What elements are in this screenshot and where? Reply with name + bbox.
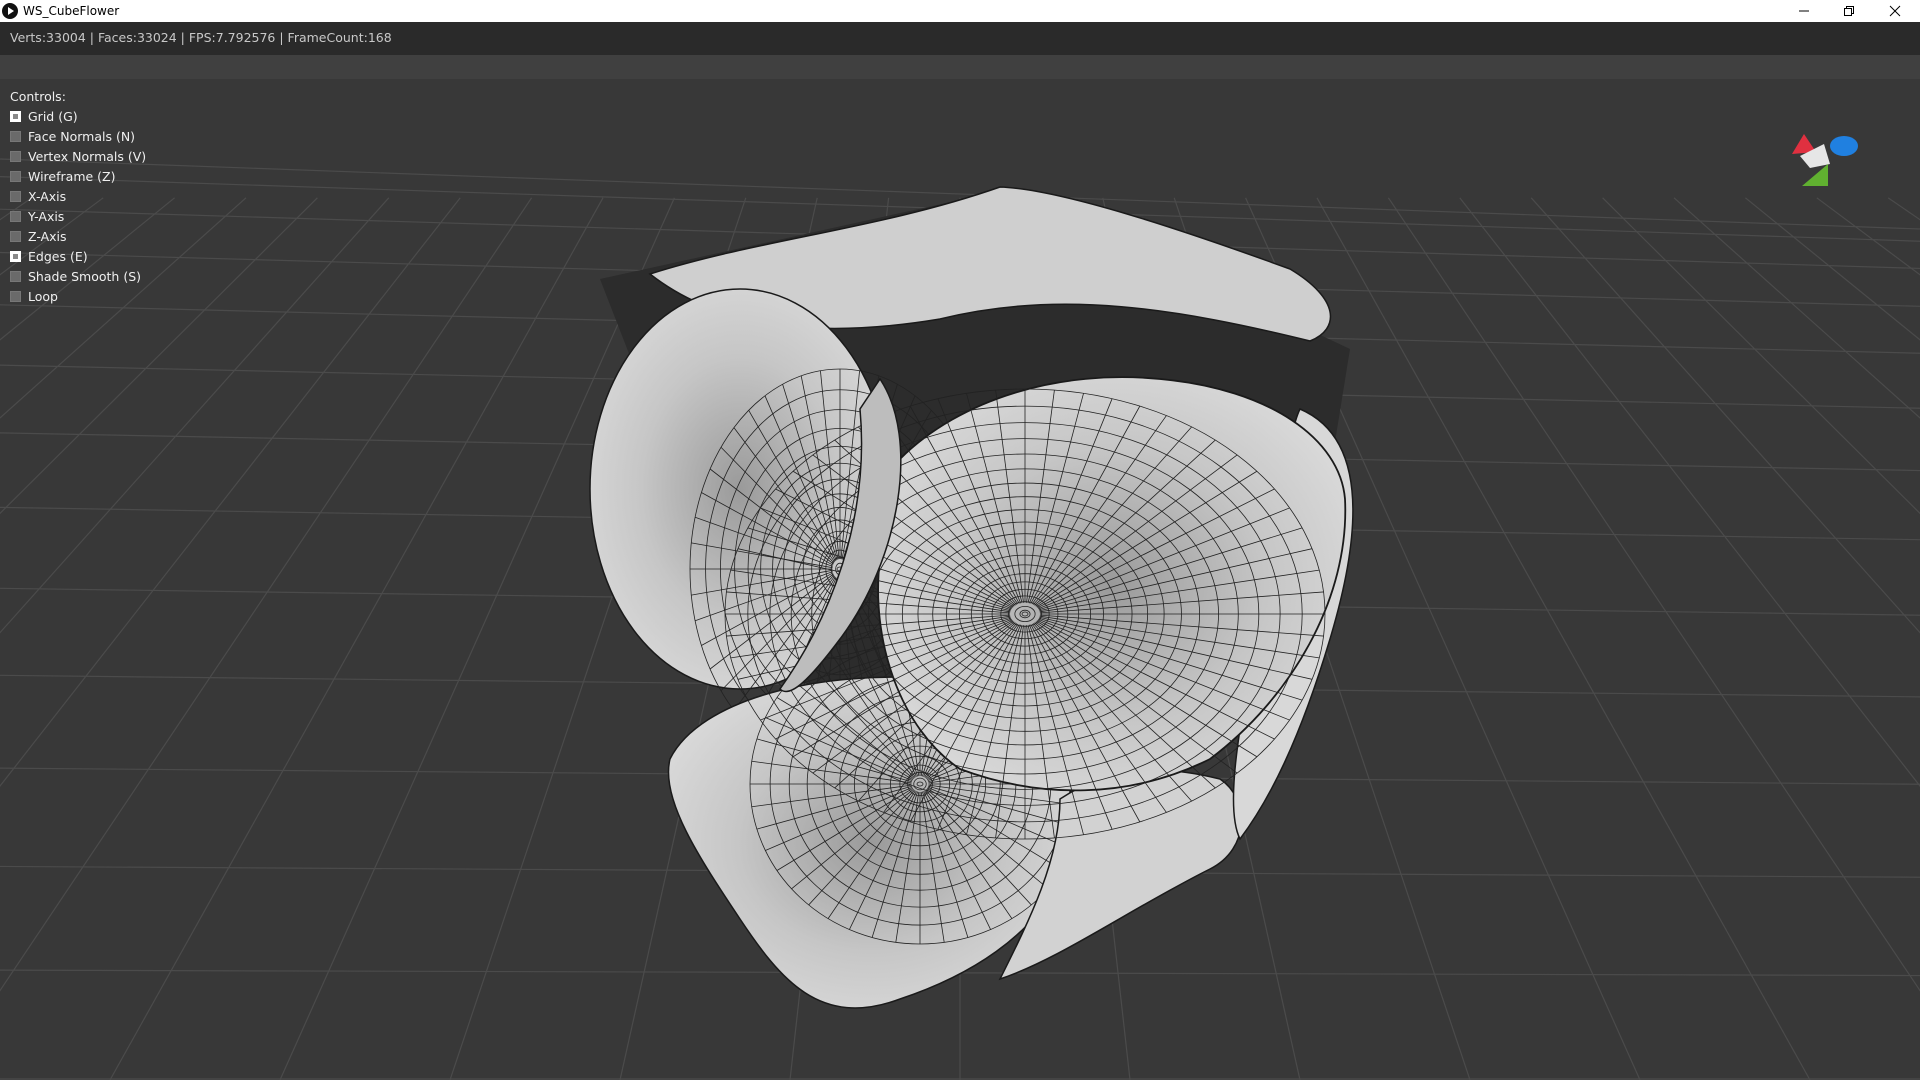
- control-label: Shade Smooth (S): [28, 269, 142, 284]
- control-label: Vertex Normals (V): [28, 149, 147, 164]
- face-normals-checkbox[interactable]: [10, 131, 21, 142]
- window-title: WS_CubeFlower: [23, 4, 120, 18]
- toolbar-strip: [0, 55, 1920, 79]
- controls-title: Controls:: [10, 89, 66, 104]
- orientation-gizmo-icon[interactable]: [1790, 128, 1870, 192]
- control-label: Grid (G): [28, 109, 78, 124]
- control-label: X-Axis: [28, 189, 67, 204]
- viewport-3d[interactable]: [0, 79, 1920, 1080]
- restore-button[interactable]: [1826, 0, 1872, 22]
- control-label: Y-Axis: [28, 209, 65, 224]
- control-face-normals[interactable]: Face Normals (N): [10, 127, 146, 147]
- control-label: Loop: [28, 289, 58, 304]
- control-shade-smooth[interactable]: Shade Smooth (S): [10, 267, 146, 287]
- gizmo-z-axis: [1830, 136, 1858, 156]
- cube-flower-mesh[interactable]: [589, 186, 1354, 1009]
- vertex-normals-checkbox[interactable]: [10, 151, 21, 162]
- control-x-axis[interactable]: X-Axis: [10, 187, 146, 207]
- control-y-axis[interactable]: Y-Axis: [10, 207, 146, 227]
- wireframe-checkbox[interactable]: [10, 171, 21, 182]
- grid-checkbox[interactable]: [10, 111, 21, 122]
- control-label: Z-Axis: [28, 229, 67, 244]
- close-button[interactable]: [1872, 0, 1918, 22]
- minimize-button[interactable]: [1781, 0, 1827, 22]
- control-wireframe[interactable]: Wireframe (Z): [10, 167, 146, 187]
- y-axis-checkbox[interactable]: [10, 211, 21, 222]
- z-axis-checkbox[interactable]: [10, 231, 21, 242]
- control-z-axis[interactable]: Z-Axis: [10, 227, 146, 247]
- close-icon: [1889, 5, 1901, 17]
- controls-panel: Controls: Grid (G) Face Normals (N) Vert…: [10, 87, 146, 307]
- control-label: Wireframe (Z): [28, 169, 116, 184]
- control-edges[interactable]: Edges (E): [10, 247, 146, 267]
- control-label: Edges (E): [28, 249, 88, 264]
- gizmo-y-axis: [1802, 164, 1828, 186]
- app-icon: [2, 3, 18, 19]
- minimize-icon: [1799, 10, 1809, 12]
- stats-bar: Verts:33004 | Faces:33024 | FPS:7.792576…: [0, 22, 1920, 55]
- control-label: Face Normals (N): [28, 129, 136, 144]
- edges-checkbox[interactable]: [10, 251, 21, 262]
- stats-text: Verts:33004 | Faces:33024 | FPS:7.792576…: [10, 30, 392, 45]
- control-vertex-normals[interactable]: Vertex Normals (V): [10, 147, 146, 167]
- loop-checkbox[interactable]: [10, 291, 21, 302]
- x-axis-checkbox[interactable]: [10, 191, 21, 202]
- shade-smooth-checkbox[interactable]: [10, 271, 21, 282]
- control-loop[interactable]: Loop: [10, 287, 146, 307]
- restore-icon: [1844, 6, 1854, 16]
- control-grid[interactable]: Grid (G): [10, 107, 146, 127]
- window-titlebar[interactable]: WS_CubeFlower: [0, 0, 1920, 22]
